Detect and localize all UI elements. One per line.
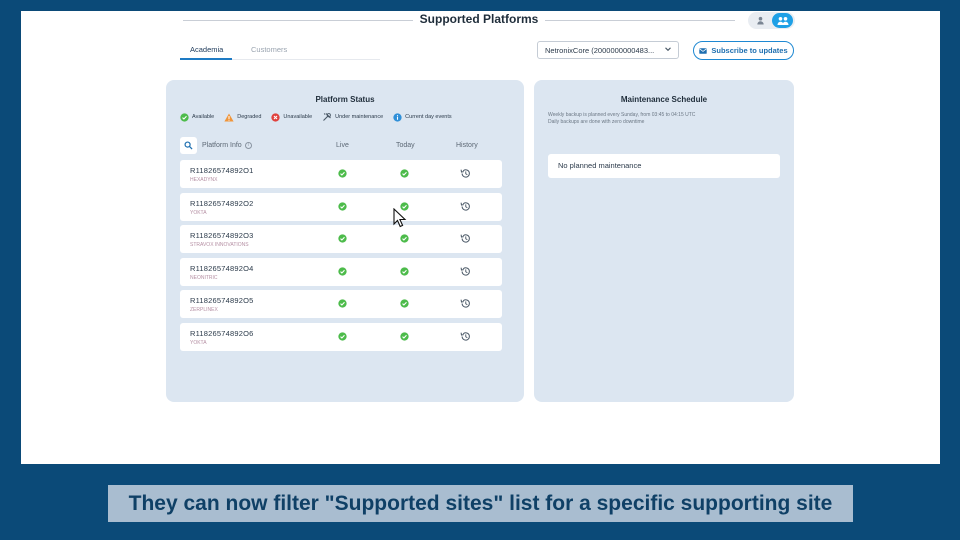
legend-degraded-label: Degraded [237, 114, 262, 120]
maintenance-panel: Maintenance Schedule Weekly backup is pl… [534, 80, 794, 402]
tab-customers[interactable]: Customers [251, 45, 287, 54]
legend-degraded: Degraded [224, 112, 261, 122]
platform-id: R11826574892O3 [190, 231, 254, 240]
maintenance-title: Maintenance Schedule [620, 95, 708, 104]
column-header-live: Live [336, 142, 349, 149]
tools-icon [323, 113, 332, 121]
legend-maintenance-label: Under maintenance [335, 114, 384, 120]
legend-unavailable-label: Unavailable [283, 114, 313, 120]
group-view-toggle[interactable] [772, 13, 793, 28]
platform-row[interactable]: R11826574892O2 YOKTA [180, 192, 502, 221]
platform-row[interactable]: R11826574892O3 STRAVOX INNOVATIONS [180, 225, 502, 253]
user-icon [757, 16, 764, 25]
title-divider-right [545, 20, 735, 21]
app-window: Supported Platforms Academia Customers N… [21, 11, 940, 464]
platform-id: R11826574892O5 [190, 296, 254, 305]
maintenance-empty-state: No planned maintenance [548, 154, 780, 178]
video-caption: They can now filter "Supported sites" li… [108, 485, 853, 522]
tab-academia[interactable]: Academia [190, 45, 223, 54]
search-icon [184, 141, 193, 150]
legend-events: Current day events [393, 112, 452, 122]
platform-name: NEONITRIC [190, 274, 218, 281]
history-icon[interactable] [460, 201, 471, 212]
live-available-icon [338, 266, 347, 276]
today-available-icon [400, 169, 409, 178]
info-circle-icon [393, 112, 402, 122]
history-icon[interactable] [460, 233, 471, 244]
platform-name: ZERPLINEX [190, 307, 218, 313]
legend-events-label: Current day events [405, 114, 452, 120]
column-header-info: Platform Info i [202, 142, 252, 149]
platform-row[interactable]: R11826574892O5 ZERPLINEX [180, 290, 502, 318]
mouse-cursor-icon [393, 208, 407, 228]
search-button[interactable] [180, 137, 197, 154]
platform-row[interactable]: R11826574892O1 HEXADYNX [180, 160, 502, 188]
status-legend: Available Degraded Unavailable Under mai… [180, 112, 462, 122]
history-icon[interactable] [460, 266, 471, 277]
platform-select[interactable]: NetronixCore (2000000000483... [537, 41, 679, 59]
legend-unavailable: Unavailable [271, 112, 312, 122]
subscribe-label: Subscribe to updates [711, 46, 788, 55]
active-tab-indicator [180, 58, 232, 60]
maintenance-note-line2: Daily backups are done with zero downtim… [548, 118, 645, 125]
history-icon[interactable] [460, 168, 471, 179]
today-available-icon [400, 234, 409, 243]
mail-icon [699, 47, 708, 54]
view-toggle[interactable] [748, 12, 795, 29]
column-header-history: History [456, 142, 478, 149]
platform-id: R11826574892O6 [190, 328, 254, 338]
legend-available-label: Available [192, 114, 215, 120]
legend-maintenance: Under maintenance [322, 112, 383, 122]
platform-name: YOKTA [190, 339, 207, 346]
live-available-icon [338, 331, 347, 341]
check-circle-icon [180, 112, 189, 122]
live-available-icon [338, 299, 347, 308]
info-icon[interactable]: i [244, 142, 252, 149]
today-available-icon [400, 266, 409, 276]
live-available-icon [338, 169, 347, 178]
group-icon [777, 16, 788, 25]
today-available-icon [400, 331, 409, 341]
warning-triangle-icon [224, 113, 234, 121]
platform-name: YOKTA [190, 209, 207, 216]
platform-row[interactable]: R11826574892O6 YOKTA [180, 322, 502, 351]
page-title: Supported Platforms [419, 12, 539, 26]
platform-id: R11826574892O4 [190, 263, 254, 273]
chevron-down-icon [665, 47, 671, 52]
user-view-toggle[interactable] [750, 13, 771, 28]
platform-select-value: NetronixCore (2000000000483... [545, 46, 655, 55]
today-available-icon [400, 299, 409, 308]
legend-available: Available [180, 112, 214, 122]
platform-status-panel: Platform Status Available Degraded Unava… [166, 80, 524, 402]
platform-name: STRAVOX INNOVATIONS [190, 242, 249, 248]
platform-id: R11826574892O1 [190, 166, 254, 175]
history-icon[interactable] [460, 331, 471, 342]
column-header-today: Today [396, 142, 415, 149]
platform-status-title: Platform Status [315, 95, 375, 104]
live-available-icon [338, 201, 347, 211]
platform-row[interactable]: R11826574892O4 NEONITRIC [180, 257, 502, 286]
error-circle-icon [271, 112, 281, 122]
page-header: Supported Platforms [21, 11, 940, 31]
live-available-icon [338, 234, 347, 243]
subscribe-button[interactable]: Subscribe to updates [693, 41, 794, 60]
title-divider-left [183, 20, 413, 21]
history-icon[interactable] [460, 298, 471, 309]
maintenance-note: Weekly backup is planned every Sunday, f… [548, 112, 695, 125]
column-header-info-label: Platform Info [202, 142, 242, 149]
maintenance-note-line1: Weekly backup is planned every Sunday, f… [548, 112, 696, 118]
platform-id: R11826574892O2 [190, 198, 254, 208]
platform-name: HEXADYNX [190, 177, 218, 183]
